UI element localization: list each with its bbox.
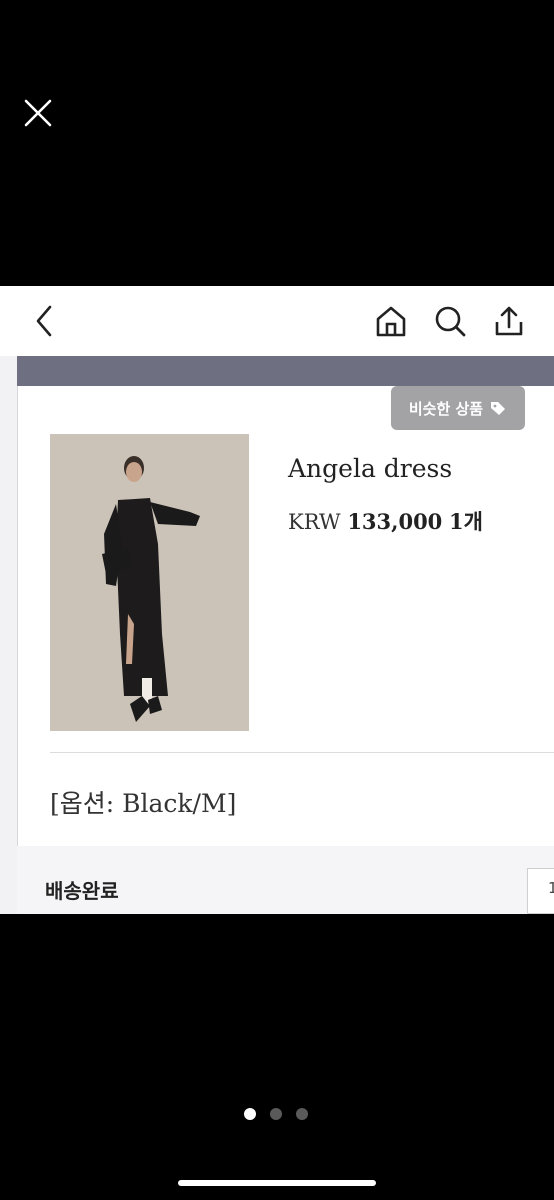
screenshot-image: 비슷한 상품 Angela dress KRW 133,000 1개 [옵션: …	[0, 286, 554, 914]
search-icon[interactable]	[431, 302, 469, 340]
divider	[50, 752, 554, 753]
header-band	[17, 356, 554, 386]
chevron-left-icon[interactable]	[26, 302, 64, 340]
page-dot-3[interactable]	[296, 1108, 308, 1120]
price-currency: KRW	[288, 510, 341, 534]
similar-products-label: 비슷한 상품	[408, 399, 484, 418]
product-option: [옵션: Black/M]	[50, 789, 237, 818]
order-item-card: 비슷한 상품 Angela dress KRW 133,000 1개 [옵션: …	[17, 386, 554, 846]
status-action-box[interactable]: 1	[527, 868, 554, 914]
page-dot-1[interactable]	[244, 1108, 256, 1120]
product-image[interactable]	[50, 434, 249, 731]
product-name[interactable]: Angela dress	[288, 454, 452, 483]
order-page: 비슷한 상품 Angela dress KRW 133,000 1개 [옵션: …	[0, 356, 554, 914]
shop-nav-bar	[0, 286, 554, 356]
home-icon[interactable]	[372, 302, 410, 340]
tag-icon	[491, 402, 506, 415]
product-price: KRW 133,000 1개	[288, 506, 483, 536]
delivery-status-row: 배송완료 1	[17, 846, 554, 914]
similar-products-button[interactable]: 비슷한 상품	[391, 386, 525, 430]
page-indicator	[244, 1108, 308, 1120]
page-dot-2[interactable]	[270, 1108, 282, 1120]
quantity: 1개	[448, 509, 483, 534]
close-icon[interactable]	[20, 95, 56, 131]
delivery-status: 배송완료	[45, 879, 119, 903]
share-icon[interactable]	[490, 302, 528, 340]
price-amount: 133,000	[347, 509, 443, 534]
home-indicator[interactable]	[178, 1180, 376, 1186]
